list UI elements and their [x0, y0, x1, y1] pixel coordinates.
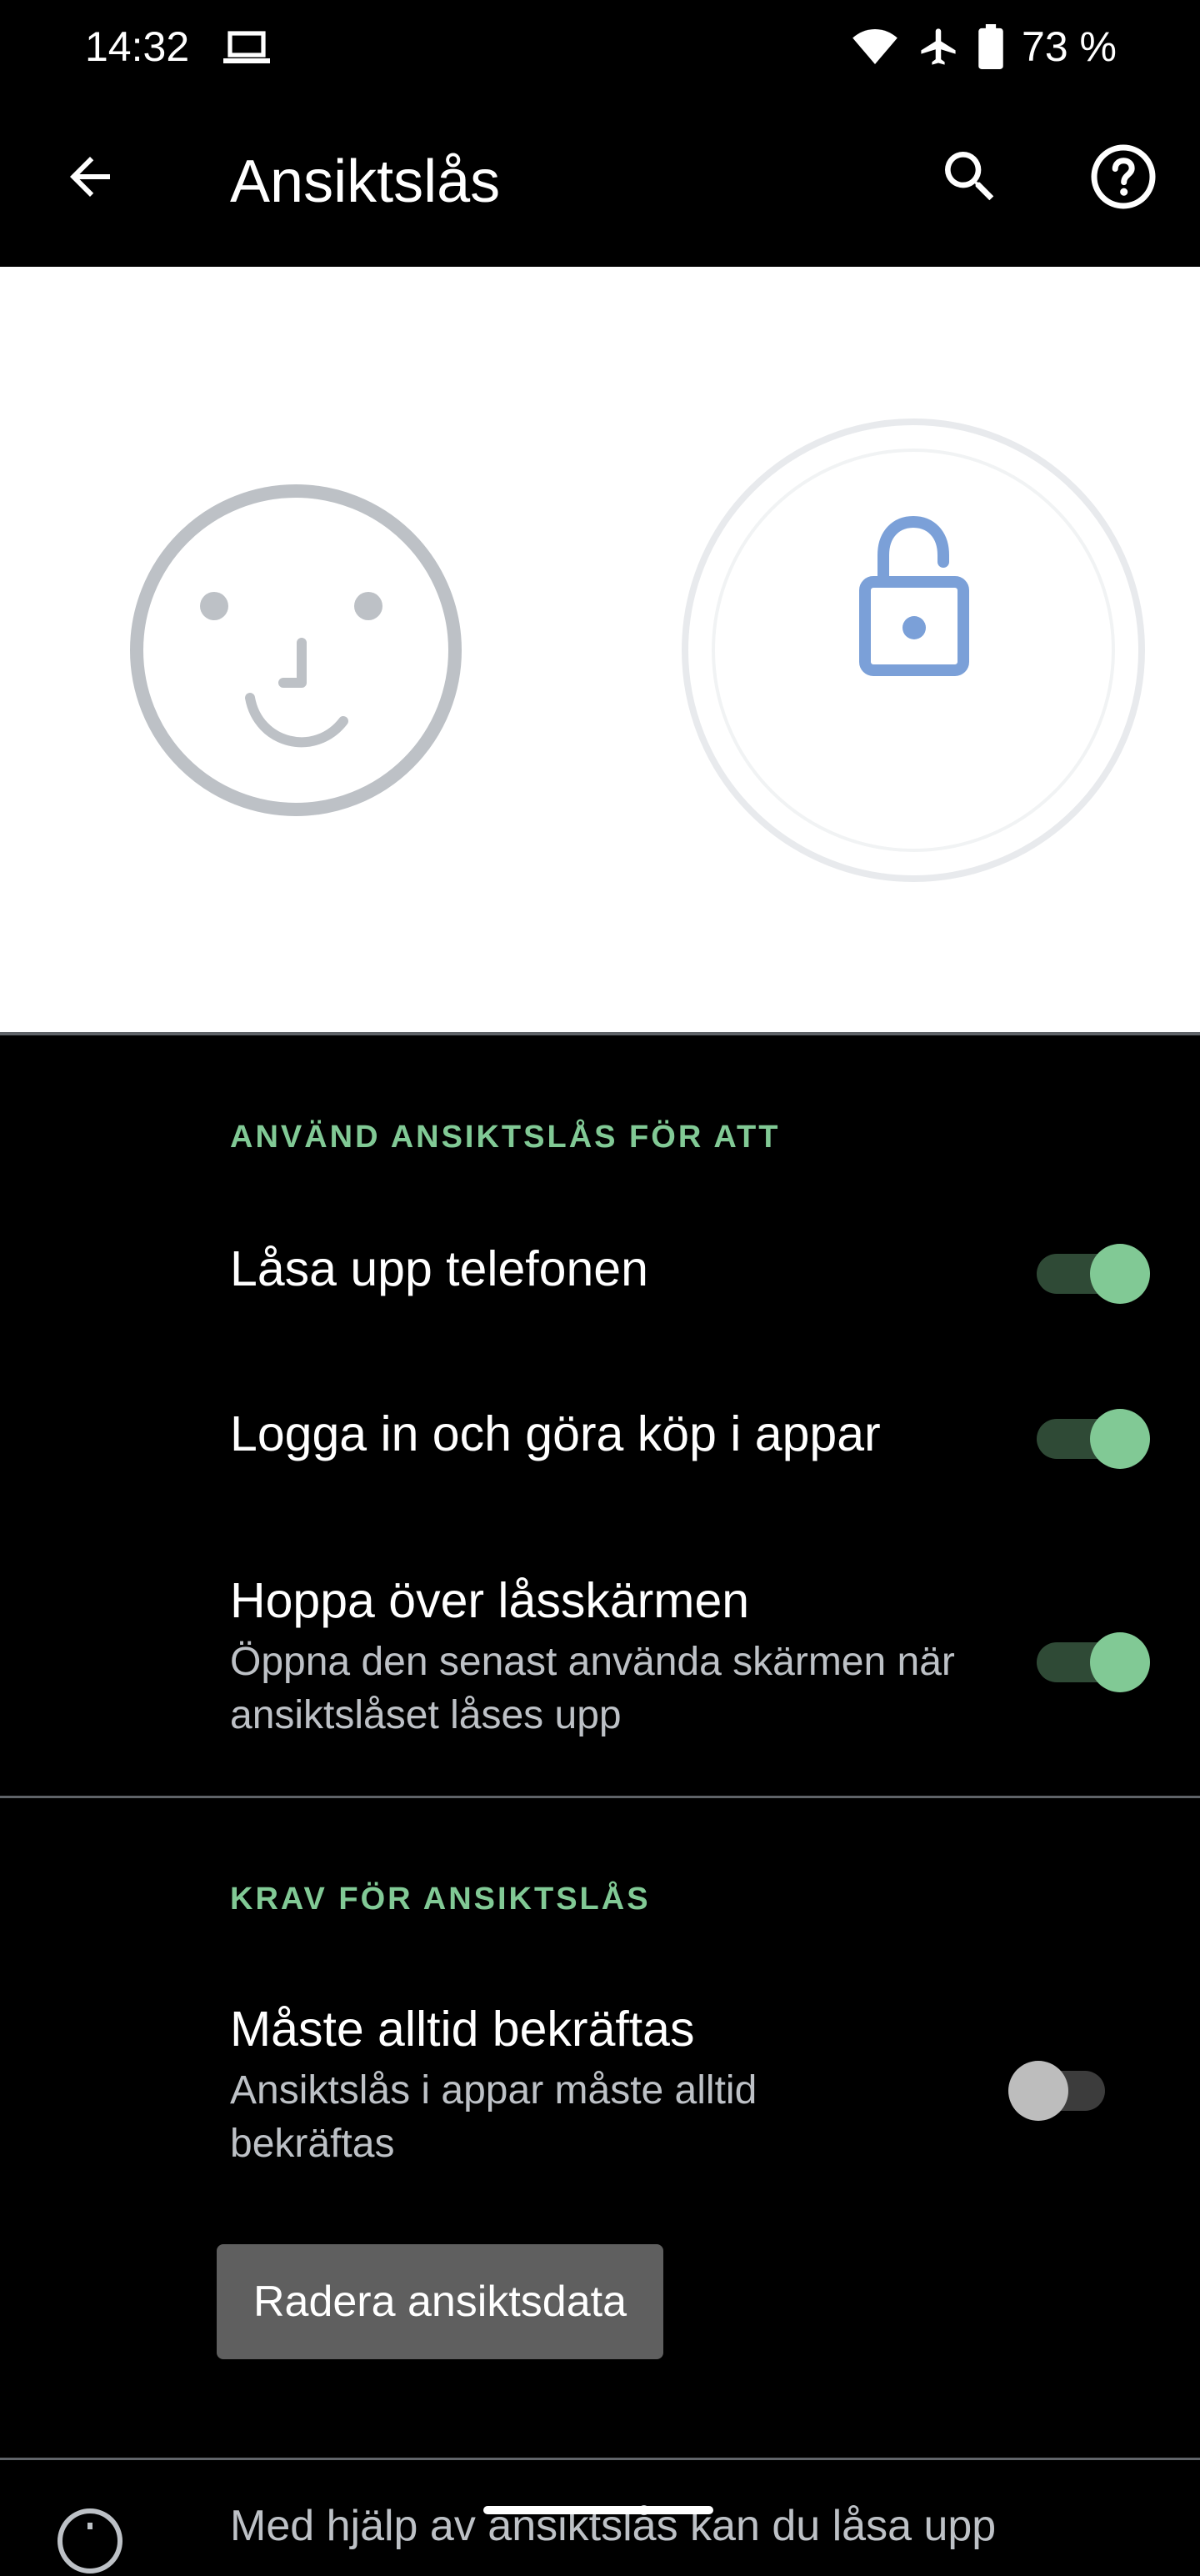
help-icon	[1091, 144, 1156, 209]
switch-thumb	[1090, 1632, 1150, 1692]
laptop-icon	[223, 31, 270, 63]
pref-summary: Ansiktslås i appar måste alltid bekräfta…	[230, 2068, 758, 2166]
gesture-nav-handle[interactable]	[483, 2506, 713, 2514]
battery-percentage: 73 %	[1022, 23, 1117, 70]
section-header-use-for: ANVÄND ANSIKTSLÅS FÖR ATT	[230, 1120, 781, 1155]
pref-always-confirm[interactable]: Måste alltid bekräftas Ansiktslås i appa…	[0, 1967, 1200, 2176]
info-icon	[58, 2508, 122, 2573]
wifi-icon	[852, 29, 898, 64]
section-header-requirements: KRAV FÖR ANSIKTSLÅS	[230, 1882, 651, 1917]
help-button[interactable]	[1083, 137, 1163, 217]
hero-divider	[0, 1032, 1200, 1035]
toggle-skip-lock-screen[interactable]	[1033, 1624, 1150, 1692]
page-title: Ansiktslås	[230, 148, 501, 215]
search-icon	[945, 152, 994, 201]
back-arrow-icon	[70, 157, 110, 197]
toggle-app-sign-in[interactable]	[1033, 1401, 1150, 1469]
airplane-icon	[921, 28, 956, 65]
pref-title: Måste alltid bekräftas	[230, 2002, 695, 2057]
switch-thumb	[1090, 1244, 1150, 1304]
pref-unlock-phone[interactable]: Låsa upp telefonen	[0, 1209, 1200, 1331]
toggle-unlock-phone[interactable]	[1033, 1235, 1150, 1304]
back-button[interactable]	[50, 137, 130, 217]
toggle-always-confirm[interactable]	[1008, 2052, 1125, 2121]
pref-title: Logga in och göra köp i appar	[230, 1406, 881, 1461]
face-unlock-illustration	[0, 267, 1200, 1032]
status-bar: 14:32 73 %	[0, 0, 1200, 93]
delete-face-data-button[interactable]: Radera ansiktsdata	[217, 2244, 663, 2359]
status-time: 14:32	[85, 23, 190, 70]
pref-summary: Öppna den senast använda skärmen när ans…	[230, 1640, 955, 1737]
pref-app-sign-in[interactable]: Logga in och göra köp i appar	[0, 1374, 1200, 1496]
face-outline-icon	[130, 484, 462, 816]
app-bar: Ansiktslås	[0, 93, 1200, 267]
switch-thumb	[1090, 1409, 1150, 1469]
pref-skip-lock-screen[interactable]: Hoppa över låsskärmen Öppna den senast a…	[0, 1539, 1200, 1747]
pref-title: Hoppa över låsskärmen	[230, 1573, 750, 1628]
lock-open-icon	[682, 418, 1145, 882]
footer-divider	[0, 2458, 1200, 2460]
section-divider	[0, 1796, 1200, 1798]
search-button[interactable]	[930, 137, 1010, 217]
switch-thumb	[1008, 2061, 1068, 2121]
status-icons: 73 %	[852, 20, 1117, 73]
pref-title: Låsa upp telefonen	[230, 1241, 648, 1296]
battery-icon	[978, 24, 1003, 69]
